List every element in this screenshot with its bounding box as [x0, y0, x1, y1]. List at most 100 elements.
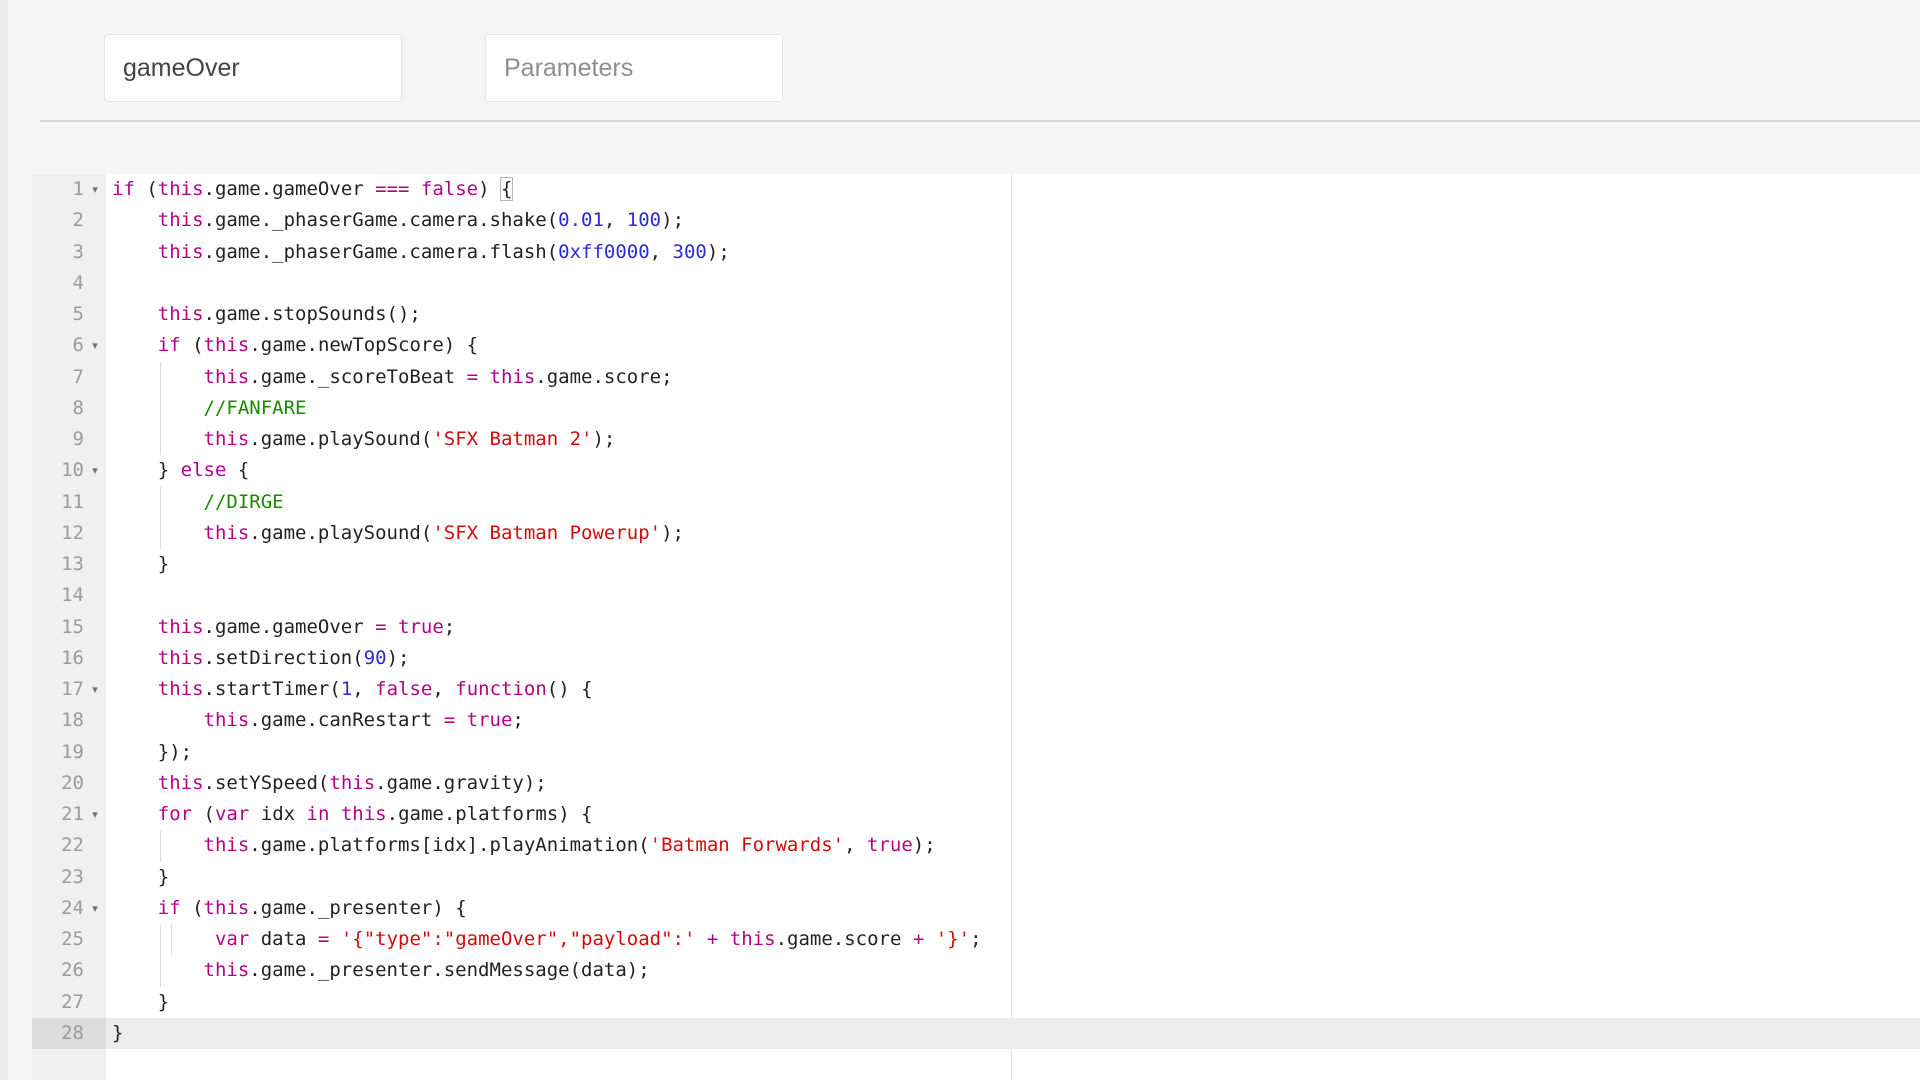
code-token: this: [204, 366, 250, 388]
fold-toggle-icon[interactable]: ▾: [88, 674, 102, 705]
code-line[interactable]: 25 var data = '{"type":"gameOver","paylo…: [32, 924, 1920, 955]
fold-toggle-icon[interactable]: ▾: [88, 330, 102, 361]
line-number: 16: [32, 643, 106, 674]
code-token: [112, 678, 158, 700]
code-line[interactable]: 17▾ this.startTimer(1, false, function()…: [32, 674, 1920, 705]
code-token: ;: [512, 709, 523, 731]
code-line[interactable]: 26 this.game._presenter.sendMessage(data…: [32, 955, 1920, 986]
code-token: }: [112, 459, 181, 481]
code-token: this: [158, 178, 204, 200]
code-token: .game.stopSounds();: [204, 303, 421, 325]
code-token: .game.playSound(: [249, 522, 432, 544]
code-token: [409, 178, 420, 200]
code-token: 100: [627, 209, 661, 231]
code-text: if (this.game.newTopScore) {: [112, 330, 478, 361]
code-token: .game.platforms[idx].playAnimation(: [249, 834, 649, 856]
code-line[interactable]: 2 this.game._phaserGame.camera.shake(0.0…: [32, 205, 1920, 236]
fold-toggle-icon[interactable]: ▾: [88, 893, 102, 924]
code-line[interactable]: 15 this.game.gameOver = true;: [32, 612, 1920, 643]
code-token: .game.gameOver: [204, 178, 376, 200]
code-token: .game.playSound(: [249, 428, 432, 450]
code-token: this: [158, 241, 204, 263]
code-text: } else {: [112, 455, 249, 486]
code-token: this: [329, 772, 375, 794]
code-text: var data = '{"type":"gameOver","payload"…: [112, 924, 982, 955]
code-token: '{"type":"gameOver","payload":': [341, 928, 696, 950]
line-number: 15: [32, 612, 106, 643]
code-token: this: [341, 803, 387, 825]
code-token: ): [478, 178, 501, 200]
code-token: [112, 709, 204, 731]
code-text: this.game.platforms[idx].playAnimation('…: [112, 830, 936, 861]
code-token: [112, 491, 204, 513]
code-line[interactable]: 9 this.game.playSound('SFX Batman 2');: [32, 424, 1920, 455]
code-token: [924, 928, 935, 950]
line-number: 9: [32, 424, 106, 455]
left-edge-strip: [0, 0, 8, 1080]
code-line[interactable]: 13 }: [32, 549, 1920, 580]
line-number: 12: [32, 518, 106, 549]
code-line[interactable]: 27 }: [32, 987, 1920, 1018]
code-line[interactable]: 20 this.setYSpeed(this.game.gravity);: [32, 768, 1920, 799]
code-line[interactable]: 28}: [32, 1018, 1920, 1049]
code-token: this: [158, 209, 204, 231]
code-line[interactable]: 22 this.game.platforms[idx].playAnimatio…: [32, 830, 1920, 861]
fold-toggle-icon[interactable]: ▾: [88, 455, 102, 486]
code-token: [112, 834, 204, 856]
code-line[interactable]: 14: [32, 580, 1920, 611]
code-line[interactable]: 6▾ if (this.game.newTopScore) {: [32, 330, 1920, 361]
code-line[interactable]: 5 this.game.stopSounds();: [32, 299, 1920, 330]
code-text: if (this.game._presenter) {: [112, 893, 467, 924]
code-token: (: [135, 178, 158, 200]
line-number: 27: [32, 987, 106, 1018]
code-token: [478, 366, 489, 388]
code-token: .setYSpeed(: [204, 772, 330, 794]
code-line[interactable]: 1▾if (this.game.gameOver === false) {: [32, 174, 1920, 205]
code-token: =: [318, 928, 329, 950]
code-text: this.game._phaserGame.camera.flash(0xff0…: [112, 237, 730, 268]
code-editor[interactable]: 1 ▾ if (this.game.gameOver === false) {2 t…: [32, 174, 1920, 1080]
code-token: else: [181, 459, 227, 481]
code-token: );: [913, 834, 936, 856]
code-token: .game._phaserGame.camera.shake(: [204, 209, 559, 231]
code-token: .game._phaserGame.camera.flash(: [204, 241, 559, 263]
code-line[interactable]: 10▾ } else {: [32, 455, 1920, 486]
code-token: this: [204, 959, 250, 981]
code-line[interactable]: 4: [32, 268, 1920, 299]
code-line[interactable]: 12 this.game.playSound('SFX Batman Power…: [32, 518, 1920, 549]
code-line[interactable]: 24▾ if (this.game._presenter) {: [32, 893, 1920, 924]
code-token: 0.01: [558, 209, 604, 231]
code-token: () {: [547, 678, 593, 700]
code-line[interactable]: 3 this.game._phaserGame.camera.flash(0xf…: [32, 237, 1920, 268]
code-text: this.startTimer(1, false, function() {: [112, 674, 593, 705]
code-token: if: [158, 897, 181, 919]
code-line[interactable]: 11 //DIRGE: [32, 487, 1920, 518]
code-token: 90: [364, 647, 387, 669]
code-text: if (this.game.gameOver === false) {: [112, 174, 512, 205]
fold-toggle-icon[interactable]: ▾: [88, 799, 102, 830]
code-token: false: [375, 678, 432, 700]
line-number: 11: [32, 487, 106, 518]
code-token: var: [215, 803, 249, 825]
line-number: 2: [32, 205, 106, 236]
line-number: 3: [32, 237, 106, 268]
code-line[interactable]: 21▾ for (var idx in this.game.platforms)…: [32, 799, 1920, 830]
code-line[interactable]: 23 }: [32, 862, 1920, 893]
code-token: .game.score;: [535, 366, 672, 388]
code-token: [112, 397, 204, 419]
parameters-input[interactable]: [485, 34, 783, 102]
code-line[interactable]: 7 this.game._scoreToBeat = this.game.sco…: [32, 362, 1920, 393]
code-token: if: [158, 334, 181, 356]
code-token: 1: [341, 678, 352, 700]
code-token: .game._presenter.sendMessage(data);: [249, 959, 649, 981]
code-line[interactable]: 8 //FANFARE: [32, 393, 1920, 424]
code-line[interactable]: 16 this.setDirection(90);: [32, 643, 1920, 674]
code-line[interactable]: 19 });: [32, 737, 1920, 768]
code-token: [329, 803, 340, 825]
fold-toggle-icon[interactable]: ▾: [88, 174, 102, 205]
line-number: 23: [32, 862, 106, 893]
function-name-input[interactable]: [104, 34, 402, 102]
code-lines[interactable]: 1 ▾ if (this.game.gameOver === false) {2 t…: [32, 174, 1920, 1049]
code-line[interactable]: 18 this.game.canRestart = true;: [32, 705, 1920, 736]
code-token: [329, 928, 340, 950]
